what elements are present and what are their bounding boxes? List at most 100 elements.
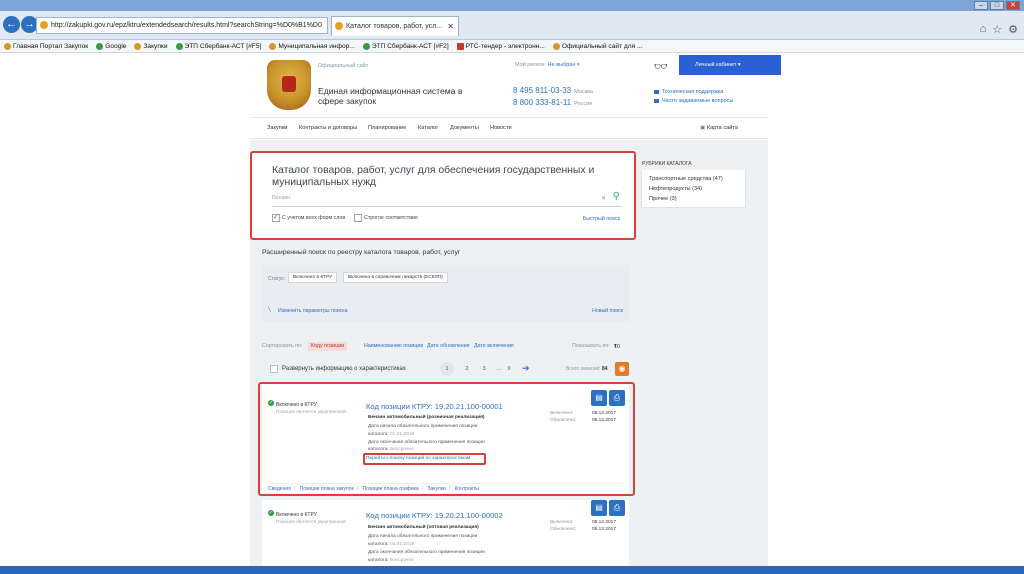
google-icon <box>96 42 104 50</box>
filters-panel: Статус: Включено в КТРУ Включено в справ… <box>262 265 629 322</box>
favicon-icon <box>552 42 560 50</box>
page-size-label: Показывать по: <box>572 343 610 349</box>
close-icon[interactable]: ✕ <box>1006 1 1020 10</box>
sort-by-name[interactable]: Наименованию позиции <box>364 343 423 349</box>
menu-item-purchases[interactable]: Закупки <box>267 125 287 131</box>
favorite-item[interactable]: ЭТП Сбербанк-АСТ [#F5] <box>175 42 261 50</box>
tab-title: Каталог товаров, работ, усл... <box>346 23 443 30</box>
rss-icon[interactable]: ◉ <box>615 362 629 376</box>
change-search-params-link[interactable]: Изменить параметры поиска <box>268 307 347 314</box>
settings-gear-icon[interactable]: ⚙ <box>1008 23 1018 36</box>
checkbox-icon[interactable] <box>354 214 362 222</box>
favorite-item[interactable]: РТС-тендер - электронн... <box>456 42 545 50</box>
window-titlebar: – □ ✕ <box>0 0 1024 11</box>
updated-date: 05.12.2017 <box>592 527 617 532</box>
rubric-item[interactable]: Нефтепродукты (34) <box>649 186 702 192</box>
browser-tab[interactable]: Каталог товаров, работ, усл... ✕ <box>331 16 459 36</box>
print-icon[interactable]: ⎙ <box>609 500 625 516</box>
region-value[interactable]: Не выбран <box>548 62 576 68</box>
favicon-icon <box>362 42 370 50</box>
back-icon[interactable]: ← <box>3 16 20 33</box>
rubric-item[interactable]: Транспортные средства (47) <box>649 176 723 182</box>
catalog-rubrics: РУБРИКИ КАТАЛОГА Транспортные средства (… <box>641 158 746 208</box>
personal-cabinet-button[interactable]: Личный кабинет ▾ <box>679 55 781 75</box>
favorite-item[interactable]: Главная Портал Закупок <box>4 42 88 50</box>
sort-label: Сортировать по: <box>262 343 303 349</box>
start-date-line: каталога: 01.01.2018 <box>368 542 415 547</box>
tab-favicon-icon <box>335 22 343 30</box>
favicon-icon <box>456 42 464 50</box>
position-code-link[interactable]: Код позиции КТРУ: 19.20.21.100-00002 <box>366 511 503 520</box>
faq-link[interactable]: Часто задаваемые вопросы <box>654 98 733 104</box>
rubric-item[interactable]: Прочее (3) <box>649 196 677 202</box>
address-url: http://zakupki.gov.ru/epz/ktru/extendeds… <box>51 22 322 29</box>
favorite-item[interactable]: Google <box>96 42 126 50</box>
menu-item-catalog[interactable]: Каталог <box>418 125 438 131</box>
address-bar[interactable]: http://zakupki.gov.ru/epz/ktru/extendeds… <box>36 17 328 34</box>
menu-item-news[interactable]: Новости <box>490 125 512 131</box>
all-word-forms-checkbox[interactable]: ✓ С учетом всех форм слов <box>272 214 345 222</box>
favorite-item[interactable]: Официальный сайт для ... <box>552 42 643 50</box>
expand-characteristics-checkbox[interactable] <box>270 365 278 373</box>
favicon-icon <box>134 42 142 50</box>
rubrics-title: РУБРИКИ КАТАЛОГА <box>641 158 746 170</box>
search-input[interactable]: Бензин ✕ ⚲ <box>272 191 622 207</box>
next-page-arrow-icon[interactable]: ➔ <box>522 363 530 374</box>
minimize-icon[interactable]: – <box>974 1 988 10</box>
search-icon[interactable]: ⚲ <box>613 191 620 202</box>
position-name: Бензин автомобильный (оптовая реализация… <box>368 525 479 530</box>
tab-close-icon[interactable]: ✕ <box>447 17 454 36</box>
favicon-icon <box>175 42 183 50</box>
sitemap-link[interactable]: Карта сайта <box>700 125 738 131</box>
strict-match-checkbox[interactable]: Строгое соответствие <box>354 214 418 222</box>
favicon-icon <box>269 42 277 50</box>
menu-item-planning[interactable]: Планирование <box>368 125 406 131</box>
updated-label: Обновлено: <box>550 527 577 532</box>
clear-icon[interactable]: ✕ <box>601 195 606 202</box>
page-2[interactable]: 2 <box>460 362 474 376</box>
favorite-item[interactable]: Закупки <box>134 42 168 50</box>
filter-pill-esklp[interactable]: Включено в справочник лекарств (ЕСКЛП) <box>343 272 448 283</box>
favorites-star-icon[interactable]: ☆ <box>992 23 1002 36</box>
page-1[interactable]: 1 <box>440 362 454 376</box>
page-9[interactable]: 9 <box>502 362 516 376</box>
filter-pill-ktru[interactable]: Включено в КТРУ <box>288 272 338 283</box>
sort-bar: Сортировать по: Коду позиции Наименовани… <box>262 342 629 352</box>
page-size-select[interactable]: 10 ▾ <box>614 343 620 350</box>
total-records: Всего записей: 84 <box>566 366 608 372</box>
status-sub: Позиция является укрупненной <box>276 520 346 525</box>
status-included: Включено в КТРУ <box>268 510 317 518</box>
browser-right-icons: ⌂ ☆ ⚙ <box>980 23 1018 36</box>
coat-of-arms-emblem-icon[interactable] <box>267 60 311 110</box>
result-card: Включено в КТРУ Позиция является укрупне… <box>262 500 629 574</box>
sort-by-update-date[interactable]: Дате обновления <box>427 343 470 349</box>
site-favicon-icon <box>40 21 48 29</box>
taskbar <box>0 566 1024 574</box>
accessibility-glasses-icon[interactable]: 👓︎ <box>654 60 668 73</box>
quick-search-link[interactable]: Быстрый поиск <box>583 216 620 222</box>
sort-by-include-date[interactable]: Дате включения <box>474 343 514 349</box>
phone-moscow: 8 495 811-03-33 Москва <box>513 86 593 95</box>
document-icon[interactable]: ▤ <box>591 500 607 516</box>
support-link[interactable]: Техническая поддержка <box>654 89 723 95</box>
phone-russia: 8 800 333-81-11 Россия <box>513 98 593 107</box>
page-3[interactable]: 3 <box>477 362 491 376</box>
region-selector[interactable]: Мой регион: Не выбран ▾ <box>515 62 580 68</box>
new-search-link[interactable]: Новый поиск <box>592 308 623 314</box>
favicon-icon <box>4 42 11 50</box>
home-icon[interactable]: ⌂ <box>980 23 987 36</box>
checkbox-checked-icon[interactable]: ✓ <box>272 214 280 222</box>
site-title[interactable]: Единая информационная система в сфере за… <box>318 86 468 106</box>
favorite-item[interactable]: Муниципальная инфор... <box>269 42 355 50</box>
start-date-label: Дата начала обязательного применения поз… <box>368 534 478 539</box>
menu-item-contracts[interactable]: Контракты и договоры <box>299 125 357 131</box>
pager-bar: Развернуть информацию о характеристиках … <box>262 362 629 378</box>
favorite-item[interactable]: ЭТП Сбербанк-АСТ [#F2] <box>362 42 449 50</box>
official-site-label: Официальный сайт <box>318 63 369 69</box>
expand-characteristics-label[interactable]: Развернуть информацию о характеристиках <box>282 366 406 372</box>
highlight-frame <box>258 382 635 496</box>
menu-item-documents[interactable]: Документы <box>450 125 479 131</box>
maximize-icon[interactable]: □ <box>990 1 1004 10</box>
sort-by-code[interactable]: Коду позиции <box>308 342 348 351</box>
included-label: Включено: <box>550 520 574 525</box>
